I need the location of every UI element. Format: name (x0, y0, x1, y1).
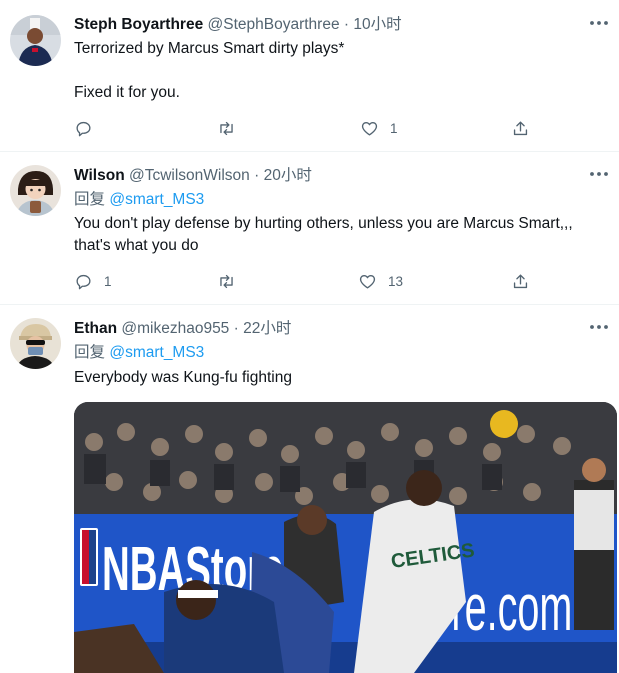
user-handle[interactable]: @StephBoyarthree (208, 16, 340, 33)
timestamp[interactable]: 10小时 (353, 16, 401, 33)
like-count: 13 (388, 273, 404, 289)
display-name[interactable]: Ethan (74, 320, 117, 337)
share-icon (513, 120, 528, 135)
mention-link[interactable]: @smart_MS3 (109, 344, 204, 361)
reply-count: 1 (104, 273, 112, 289)
tweet-actions: 1 (74, 116, 544, 140)
reply-prefix: 回复 (74, 191, 106, 208)
tweet-text: Terrorized by Marcus Smart dirty plays* (74, 40, 345, 57)
more-icon[interactable] (587, 167, 611, 181)
display-name[interactable]: Steph Boyarthree (74, 16, 203, 33)
more-icon[interactable] (587, 320, 611, 334)
timestamp[interactable]: 20小时 (264, 167, 312, 184)
tweet[interactable]: Ethan @mikezhao955 · 22小时 回复 @smart_MS3 … (0, 304, 619, 673)
tweet-photo[interactable]: NBAStore.co Store.com CELTICS (74, 402, 617, 673)
heart-icon (361, 121, 378, 136)
like-count: 1 (390, 120, 398, 136)
retweet-button[interactable] (217, 116, 247, 140)
reply-icon (76, 121, 91, 136)
more-icon[interactable] (587, 16, 611, 30)
retweet-icon (220, 121, 233, 135)
mention-link[interactable]: @smart_MS3 (109, 191, 204, 208)
tweet-header: Ethan @mikezhao955 · 22小时 (74, 318, 291, 340)
separator: · (343, 16, 350, 33)
share-button[interactable] (511, 269, 530, 293)
tweet-header: Steph Boyarthree @StephBoyarthree · 10小时 (74, 14, 402, 36)
reply-button[interactable] (74, 116, 104, 140)
heart-icon (359, 274, 376, 289)
like-button[interactable]: 13 (358, 269, 403, 293)
like-button[interactable]: 1 (360, 116, 398, 140)
retweet-icon (220, 274, 233, 288)
user-handle[interactable]: @TcwilsonWilson (129, 167, 250, 184)
tweet-text: Fixed it for you. (74, 84, 180, 101)
avatar[interactable] (10, 318, 61, 369)
avatar[interactable] (10, 15, 61, 66)
tweet[interactable]: Wilson @TcwilsonWilson · 20小时 回复 @smart_… (0, 151, 619, 304)
tweet-actions: 1 13 (74, 269, 544, 293)
basketball-photo: NBAStore.co Store.com CELTICS (74, 402, 617, 673)
reply-icon (76, 274, 91, 289)
tweet-text: Everybody was Kung-fu fighting (74, 369, 292, 386)
tweet-header: Wilson @TcwilsonWilson · 20小时 (74, 165, 312, 187)
reply-prefix: 回复 (74, 344, 106, 361)
avatar[interactable] (10, 165, 61, 216)
tweet-text: You don't play defense by hurting others… (74, 215, 573, 254)
reply-button[interactable]: 1 (74, 269, 112, 293)
timestamp[interactable]: 22小时 (243, 320, 291, 337)
replying-to: 回复 @smart_MS3 (74, 342, 204, 364)
retweet-button[interactable] (217, 269, 247, 293)
replying-to: 回复 @smart_MS3 (74, 189, 204, 211)
share-icon (513, 273, 528, 288)
user-handle[interactable]: @mikezhao955 (121, 320, 229, 337)
tweet[interactable]: Steph Boyarthree @StephBoyarthree · 10小时… (0, 0, 619, 151)
display-name[interactable]: Wilson (74, 167, 125, 184)
separator: · (233, 320, 239, 337)
share-button[interactable] (511, 116, 530, 140)
separator: · (254, 167, 260, 184)
